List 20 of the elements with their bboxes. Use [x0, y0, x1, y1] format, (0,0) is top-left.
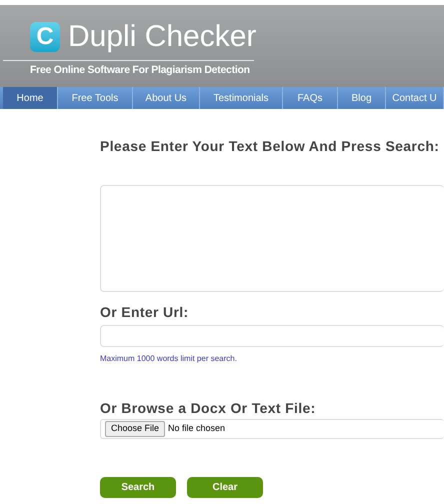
nav-tab[interactable]: Home: [3, 87, 58, 109]
nav-tab[interactable]: FAQs: [283, 87, 338, 109]
site-title: Dupli Checker: [68, 22, 256, 52]
file-status: No file chosen: [168, 422, 226, 436]
action-button[interactable]: Clear: [187, 477, 263, 498]
text-input-area[interactable]: [100, 185, 444, 292]
url-heading: Or Enter Url:: [100, 303, 190, 322]
limit-note: Maximum 1000 words limit per search.: [100, 353, 238, 365]
nav-tab[interactable]: Blog: [338, 87, 386, 109]
tagline: Free Online Software For Plagiarism Detection: [30, 63, 251, 78]
nav-tab[interactable]: Free Tools: [58, 87, 133, 109]
choose-file-button[interactable]: Choose File: [105, 421, 166, 437]
logo-icon: C: [30, 22, 60, 52]
nav-tab[interactable]: About Us: [133, 87, 200, 109]
action-button[interactable]: Search: [100, 477, 176, 498]
nav-tab[interactable]: Testimonials: [200, 87, 283, 109]
heading: Please Enter Your Text Below And Press Search:: [100, 137, 440, 156]
file-heading: Or Browse a Docx Or Text File:: [100, 399, 317, 418]
url-field[interactable]: [100, 325, 444, 347]
nav-tab[interactable]: Contact U: [386, 87, 444, 109]
